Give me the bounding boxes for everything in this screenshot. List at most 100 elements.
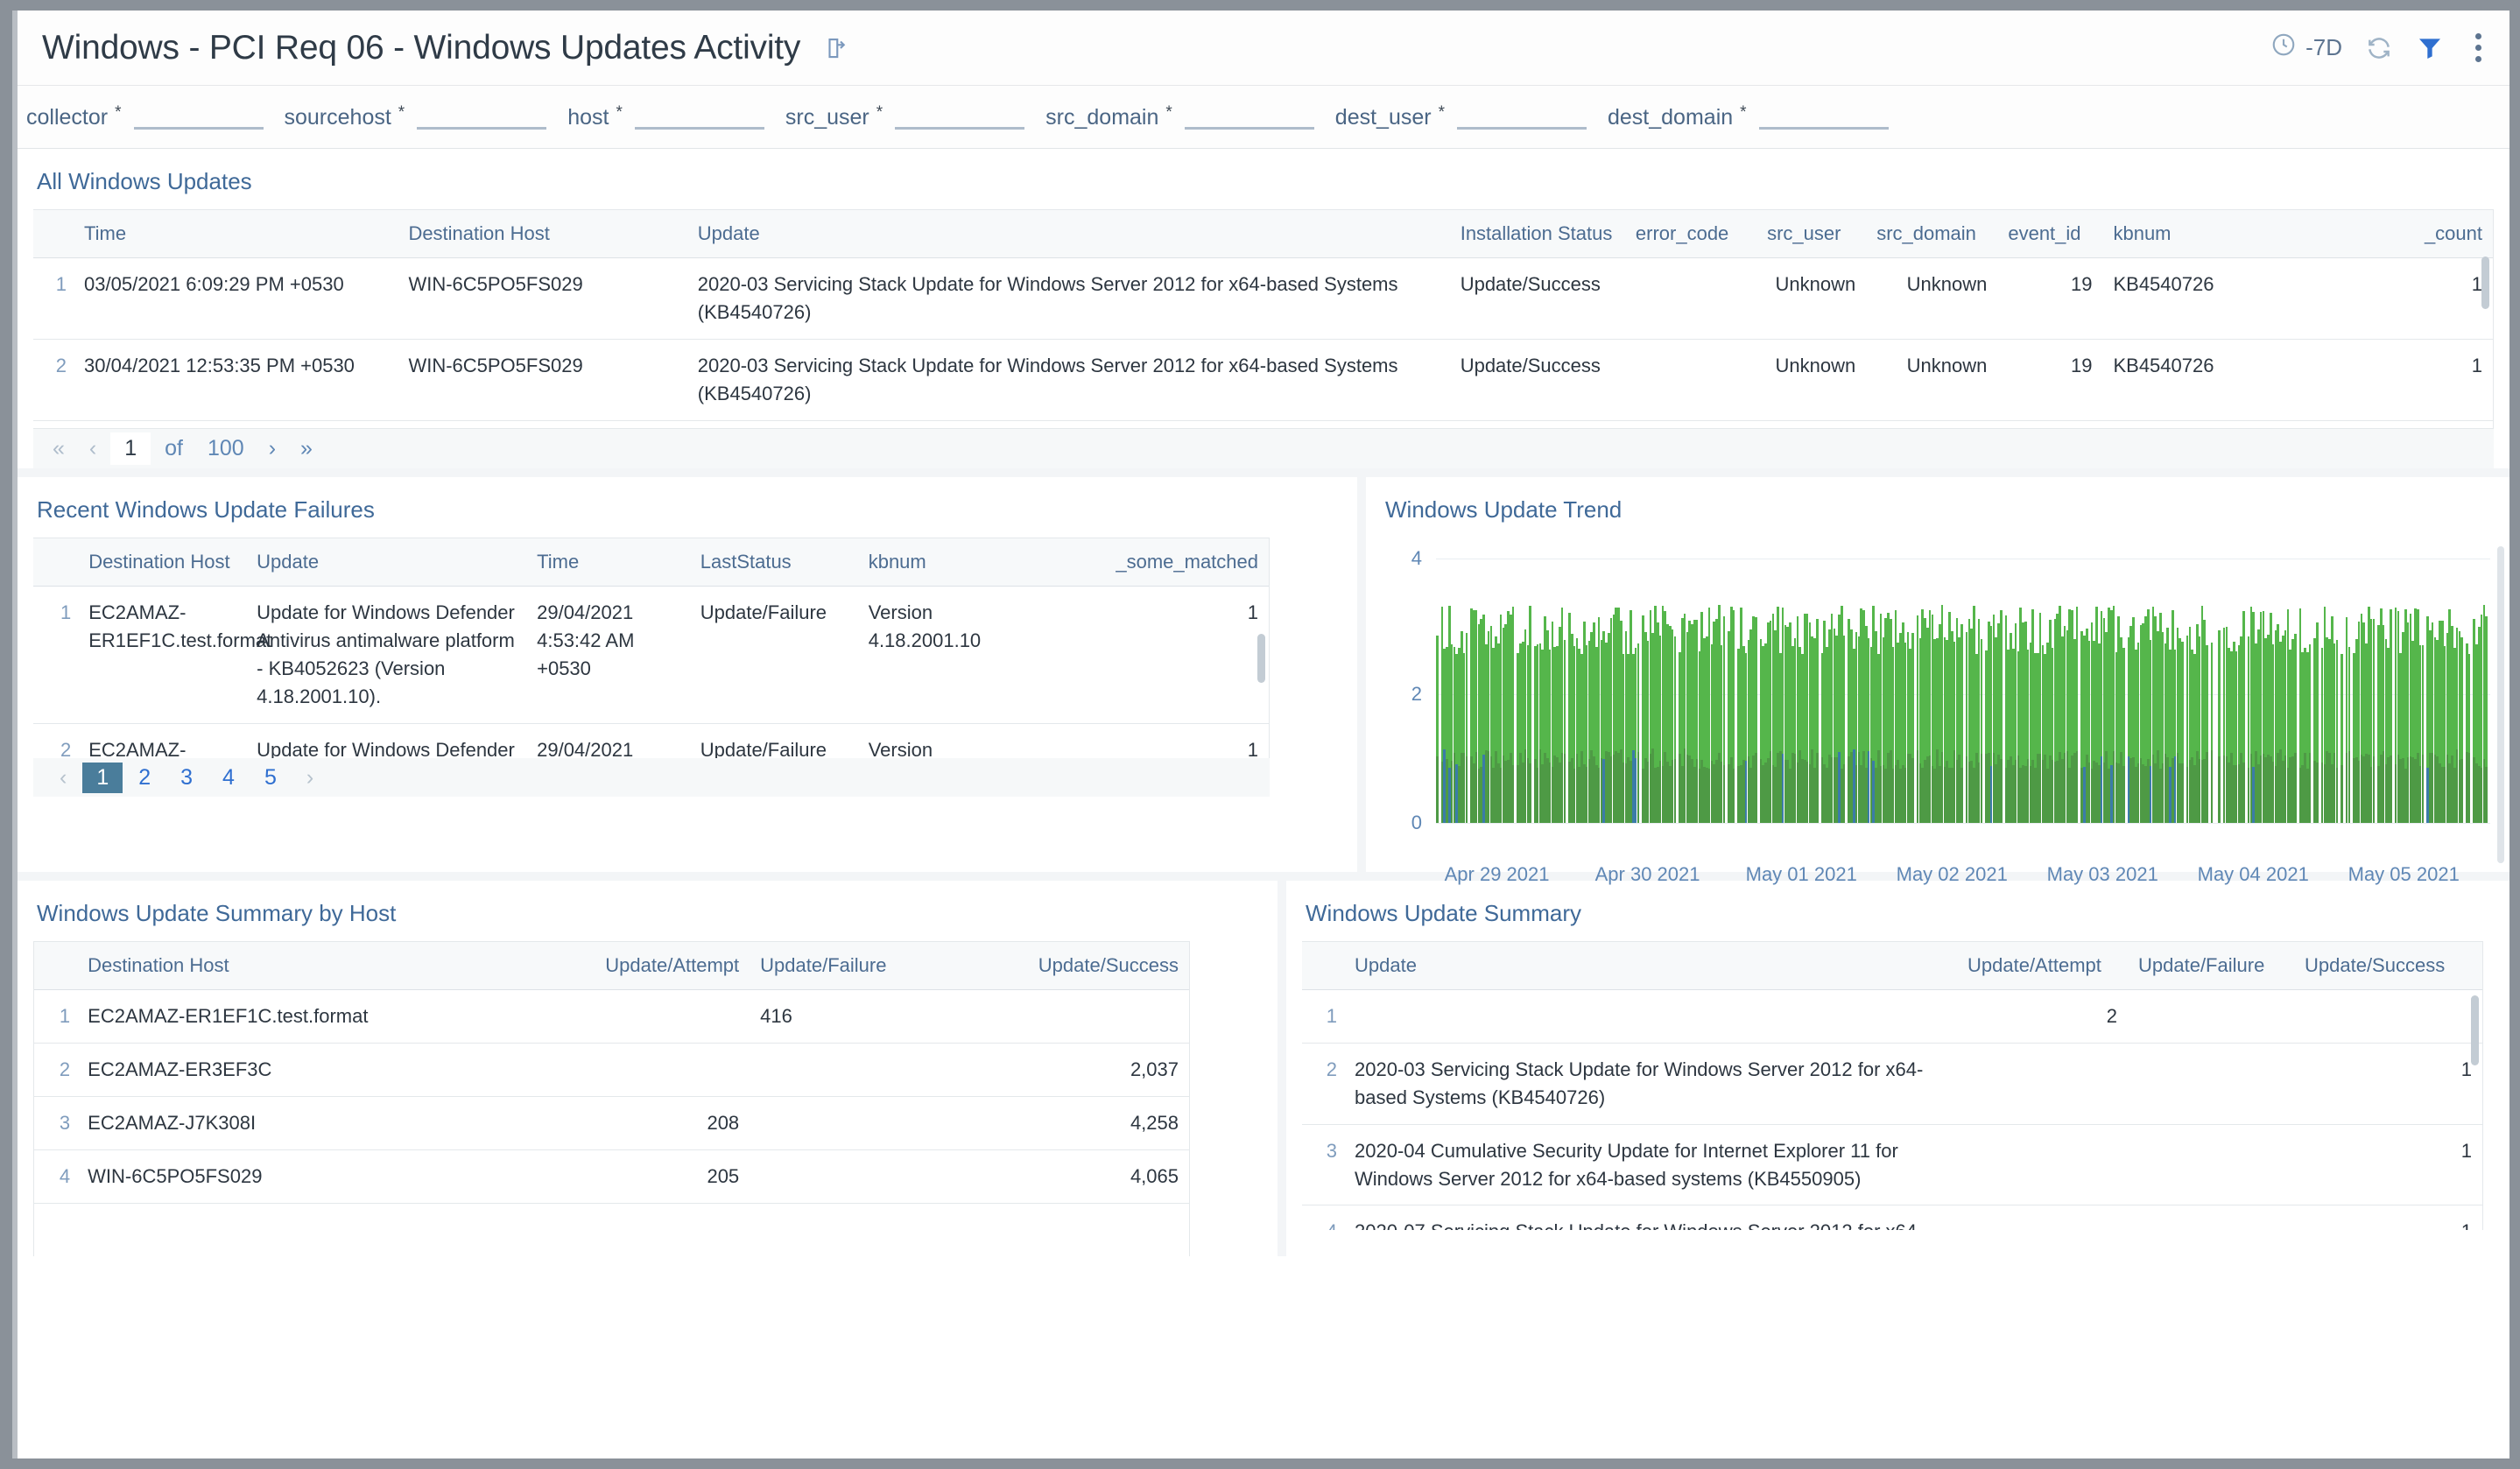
sourcehost-input[interactable]: [417, 102, 547, 130]
col-update-failure[interactable]: Update/Failure: [750, 941, 920, 990]
col-time[interactable]: Time: [526, 538, 690, 587]
col-update[interactable]: Update: [686, 209, 1450, 258]
bar-column[interactable]: [1960, 559, 1963, 823]
table-row[interactable]: 2 EC2AMAZ-ER1EF1C.test.format Update for…: [33, 723, 1269, 758]
bar-column[interactable]: [1436, 559, 1439, 823]
col-update[interactable]: Update: [1344, 941, 1957, 990]
col-destination-host[interactable]: Destination Host: [78, 538, 247, 587]
chart-scrollbar[interactable]: [2497, 546, 2504, 863]
table-row[interactable]: 1 EC2AMAZ-ER1EF1C.test.format 416: [34, 989, 1189, 1044]
refresh-icon[interactable]: [2365, 34, 2393, 62]
table-row[interactable]: 2 2020-03 Servicing Stack Update for Win…: [1302, 1043, 2482, 1125]
bar-column[interactable]: [2206, 559, 2208, 823]
bar-column[interactable]: [2293, 559, 2297, 823]
table-row[interactable]: 3 02/05/2021 9:09:26 AM +0530 EC2AMAZ-J7…: [33, 420, 2493, 428]
bar-column[interactable]: [2335, 559, 2339, 823]
bar-column[interactable]: [1755, 559, 1757, 823]
table-row[interactable]: 1 2: [1302, 989, 2482, 1044]
dest-domain-input[interactable]: [1758, 102, 1889, 130]
vertical-scrollbar[interactable]: [2481, 257, 2489, 309]
bar-column[interactable]: [1637, 559, 1640, 823]
more-vertical-icon[interactable]: [2467, 30, 2490, 66]
dest-user-input[interactable]: [1457, 102, 1587, 130]
col-kbnum[interactable]: kbnum: [2102, 209, 2326, 258]
table-row[interactable]: 4 2020-07 Servicing Stack Update for Win…: [1302, 1205, 2482, 1230]
col-time[interactable]: Time: [74, 209, 398, 258]
bar-column[interactable]: [2372, 559, 2376, 823]
table-row[interactable]: 4 WIN-6C5PO5FS029 205 4,065: [34, 1149, 1189, 1204]
pager-prev[interactable]: ‹: [79, 436, 107, 461]
bar-column[interactable]: [2181, 559, 2184, 823]
pager-prev[interactable]: ‹: [46, 763, 81, 793]
col-last-status[interactable]: LastStatus: [689, 538, 858, 587]
col-src-domain[interactable]: src_domain: [1866, 209, 1998, 258]
table-row[interactable]: 1 03/05/2021 6:09:29 PM +0530 WIN-6C5PO5…: [33, 257, 2493, 340]
bar-column[interactable]: [2122, 559, 2125, 823]
bar-column[interactable]: [2075, 559, 2079, 823]
bar-column[interactable]: [2210, 559, 2214, 823]
all-updates-table-scroll[interactable]: Time Destination Host Update Installatio…: [33, 209, 2494, 428]
bar-column[interactable]: [1722, 559, 1726, 823]
bar-column[interactable]: [1911, 559, 1914, 823]
bar-column[interactable]: [2467, 559, 2471, 823]
bar-column[interactable]: [2316, 559, 2319, 823]
host-input[interactable]: [634, 102, 764, 130]
col-installation-status[interactable]: Installation Status: [1449, 209, 1625, 258]
table-row[interactable]: 1 EC2AMAZ-ER1EF1C.test.format Update for…: [33, 586, 1269, 724]
pager-last[interactable]: »: [290, 436, 323, 461]
bar-column[interactable]: [2218, 559, 2221, 823]
bar-column[interactable]: [1815, 559, 1819, 823]
pager-page-1[interactable]: 1: [82, 762, 123, 793]
table-row[interactable]: 3 2020-04 Cumulative Security Update for…: [1302, 1124, 2482, 1206]
summary-by-host-scroll[interactable]: Destination Host Update/Attempt Update/F…: [33, 941, 1190, 1256]
bar-column[interactable]: [2308, 559, 2312, 823]
col-kbnum[interactable]: kbnum: [857, 538, 1054, 587]
summary-table-scroll[interactable]: Update Update/Attempt Update/Failure Upd…: [1302, 941, 2483, 1230]
col-update-success[interactable]: Update/Success: [919, 941, 1189, 990]
table-row[interactable]: 2 EC2AMAZ-ER3EF3C 2,037: [34, 1043, 1189, 1097]
bar-column[interactable]: [2421, 559, 2425, 823]
bar-column[interactable]: [2341, 559, 2343, 823]
bar-column[interactable]: [2000, 559, 2003, 823]
vertical-scrollbar[interactable]: [2471, 995, 2479, 1065]
pager-page-5[interactable]: 5: [250, 763, 291, 793]
bar-column[interactable]: [2485, 559, 2488, 823]
external-link-icon[interactable]: [823, 35, 849, 61]
bar-column[interactable]: [1563, 559, 1566, 823]
failures-table-scroll[interactable]: Destination Host Update Time LastStatus …: [33, 538, 1270, 758]
bar-column[interactable]: [2390, 559, 2392, 823]
pager-next[interactable]: ›: [292, 763, 327, 793]
time-range-button[interactable]: -7D: [2270, 32, 2342, 64]
pager-current-page[interactable]: 1: [110, 432, 151, 465]
col-update-failure[interactable]: Update/Failure: [2128, 941, 2294, 990]
bar-column[interactable]: [2348, 559, 2351, 823]
bar-column[interactable]: [2242, 559, 2245, 823]
pager-page-2[interactable]: 2: [124, 763, 165, 793]
pager-page-3[interactable]: 3: [166, 763, 207, 793]
pager-page-4[interactable]: 4: [208, 763, 249, 793]
col-error-code[interactable]: error_code: [1624, 209, 1757, 258]
col-some-matched[interactable]: _some_matched: [1053, 538, 1269, 587]
filter-icon[interactable]: [2416, 34, 2444, 62]
col-update-attempt[interactable]: Update/Attempt: [1957, 941, 2128, 990]
pager-first[interactable]: «: [42, 436, 75, 461]
bar-column[interactable]: [1842, 559, 1846, 823]
src-domain-input[interactable]: [1184, 102, 1314, 130]
src-user-input[interactable]: [895, 102, 1025, 130]
col-count[interactable]: _count: [2326, 209, 2493, 258]
bar-column[interactable]: [2460, 559, 2463, 823]
col-destination-host[interactable]: Destination Host: [77, 941, 580, 990]
table-row[interactable]: 2 30/04/2021 12:53:35 PM +0530 WIN-6C5PO…: [33, 339, 2493, 421]
col-destination-host[interactable]: Destination Host: [398, 209, 687, 258]
table-row[interactable]: 3 EC2AMAZ-J7K308I 208 4,258: [34, 1096, 1189, 1150]
trend-chart[interactable]: 4 2 0 Apr 29 2021 Apr 30 2021 May 01 202…: [1366, 538, 2509, 885]
bar-column[interactable]: [1980, 559, 1983, 823]
vertical-scrollbar[interactable]: [1257, 634, 1265, 683]
bar-column[interactable]: [1673, 559, 1677, 823]
pager-next[interactable]: ›: [258, 436, 286, 461]
bar-column[interactable]: [1465, 559, 1468, 823]
bar-column[interactable]: [1511, 559, 1515, 823]
col-update-success[interactable]: Update/Success: [2294, 941, 2482, 990]
col-update[interactable]: Update: [246, 538, 527, 587]
bar-column[interactable]: [1529, 559, 1531, 823]
